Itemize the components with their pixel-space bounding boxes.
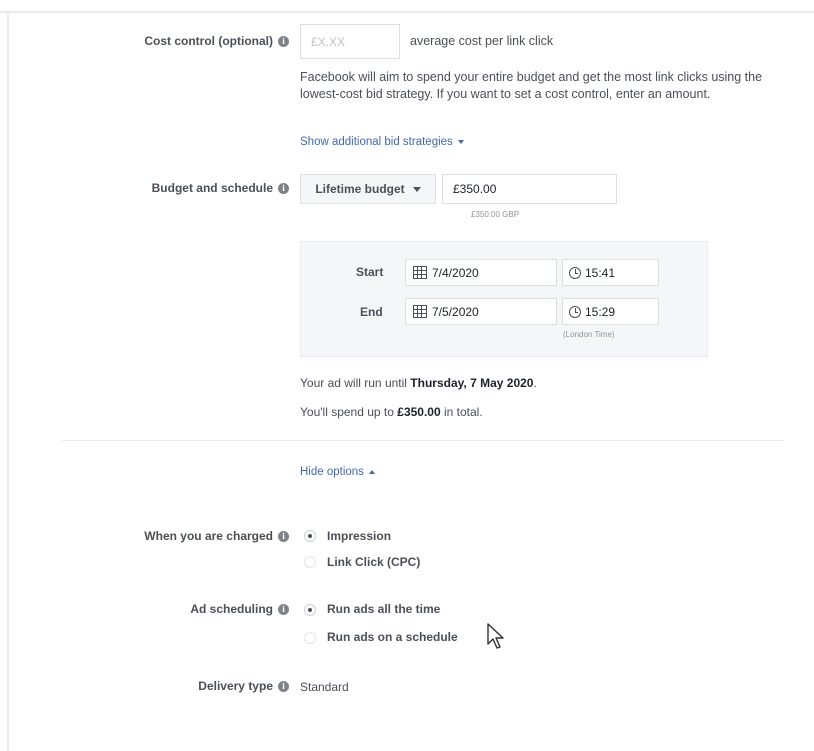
show-bid-strategies-text: Show additional bid strategies bbox=[300, 136, 453, 148]
start-time-input[interactable]: 15:41 bbox=[562, 259, 659, 286]
spend-prefix: You'll spend up to bbox=[300, 405, 398, 419]
hide-options-text: Hide options bbox=[300, 466, 364, 478]
ad-scheduling-label: Ad scheduling i bbox=[190, 601, 289, 617]
run-until-suffix: . bbox=[533, 376, 537, 390]
budget-amount-input[interactable]: £350.00 bbox=[442, 174, 617, 204]
run-on-schedule-label[interactable]: Run ads on a schedule bbox=[327, 630, 458, 644]
start-time-value: 15:41 bbox=[585, 265, 616, 280]
cost-control-placeholder: £X.XX bbox=[311, 34, 346, 49]
run-until-date: Thursday, 7 May 2020 bbox=[410, 376, 534, 390]
spend-amount: £350.00 bbox=[397, 405, 441, 419]
info-icon[interactable]: i bbox=[278, 35, 289, 47]
budget-type-text: Lifetime budget bbox=[315, 182, 405, 196]
link-click-label[interactable]: Link Click (CPC) bbox=[327, 555, 420, 569]
section-divider bbox=[62, 440, 784, 441]
cost-control-suffix: average cost per link click bbox=[410, 34, 554, 48]
delivery-type-value: Standard bbox=[300, 680, 349, 694]
budget-amount-note: £350.00 GBP bbox=[471, 210, 520, 219]
start-date-input[interactable]: 7/4/2020 bbox=[405, 259, 557, 286]
calendar-icon bbox=[413, 305, 427, 318]
end-label: End bbox=[360, 305, 383, 319]
mouse-cursor-icon bbox=[487, 623, 504, 649]
spend-suffix: in total. bbox=[440, 405, 483, 419]
start-label: Start bbox=[356, 265, 384, 279]
radio-link-click[interactable] bbox=[304, 556, 316, 568]
cost-control-description: Facebook will aim to spend your entire b… bbox=[300, 70, 763, 101]
radio-impression[interactable] bbox=[304, 530, 316, 542]
end-time-input[interactable]: 15:29 bbox=[562, 298, 659, 325]
info-icon[interactable]: i bbox=[278, 530, 289, 542]
end-time-value: 15:29 bbox=[585, 304, 616, 319]
charged-label: When you are charged i bbox=[144, 528, 289, 544]
end-date-input[interactable]: 7/5/2020 bbox=[405, 298, 557, 325]
left-border bbox=[7, 11, 9, 751]
top-border bbox=[0, 11, 814, 13]
delivery-type-label: Delivery type i bbox=[198, 678, 289, 694]
clock-icon bbox=[569, 305, 581, 318]
show-bid-strategies-link[interactable]: Show additional bid strategies bbox=[300, 136, 464, 148]
info-icon[interactable]: i bbox=[278, 680, 289, 692]
run-until-text: Your ad will run until Thursday, 7 May 2… bbox=[300, 376, 537, 390]
start-date-value: 7/4/2020 bbox=[432, 265, 479, 280]
budget-amount-value: £350.00 bbox=[453, 182, 497, 196]
triangle-down-icon bbox=[412, 186, 421, 192]
caret-up-icon bbox=[368, 469, 375, 474]
ad-scheduling-label-text: Ad scheduling bbox=[190, 602, 273, 616]
delivery-type-label-text: Delivery type bbox=[198, 679, 273, 693]
info-icon[interactable]: i bbox=[278, 182, 289, 194]
schedule-box: Start 7/4/2020 15:41 End 7/5/2020 15:29 … bbox=[300, 241, 708, 357]
info-icon[interactable]: i bbox=[278, 603, 289, 615]
impression-label[interactable]: Impression bbox=[327, 529, 391, 543]
timezone-note: (London Time) bbox=[563, 330, 615, 339]
cost-control-input[interactable]: £X.XX bbox=[300, 24, 400, 59]
cost-control-label: Cost control (optional) i bbox=[144, 33, 289, 49]
hide-options-link[interactable]: Hide options bbox=[300, 466, 375, 478]
end-date-value: 7/5/2020 bbox=[432, 304, 479, 319]
cost-control-label-text: Cost control (optional) bbox=[144, 34, 273, 48]
radio-run-on-schedule[interactable] bbox=[304, 632, 316, 644]
spend-total-text: You'll spend up to £350.00 in total. bbox=[300, 405, 483, 419]
calendar-icon bbox=[413, 266, 427, 279]
budget-type-dropdown[interactable]: Lifetime budget bbox=[300, 174, 436, 204]
radio-run-all-time[interactable] bbox=[304, 604, 316, 616]
charged-label-text: When you are charged bbox=[144, 529, 273, 543]
run-until-prefix: Your ad will run until bbox=[300, 376, 411, 390]
caret-down-icon bbox=[457, 139, 464, 144]
budget-label-text: Budget and schedule bbox=[151, 181, 273, 195]
run-all-time-label[interactable]: Run ads all the time bbox=[327, 602, 440, 616]
budget-label: Budget and schedule i bbox=[152, 180, 289, 196]
clock-icon bbox=[569, 266, 581, 279]
